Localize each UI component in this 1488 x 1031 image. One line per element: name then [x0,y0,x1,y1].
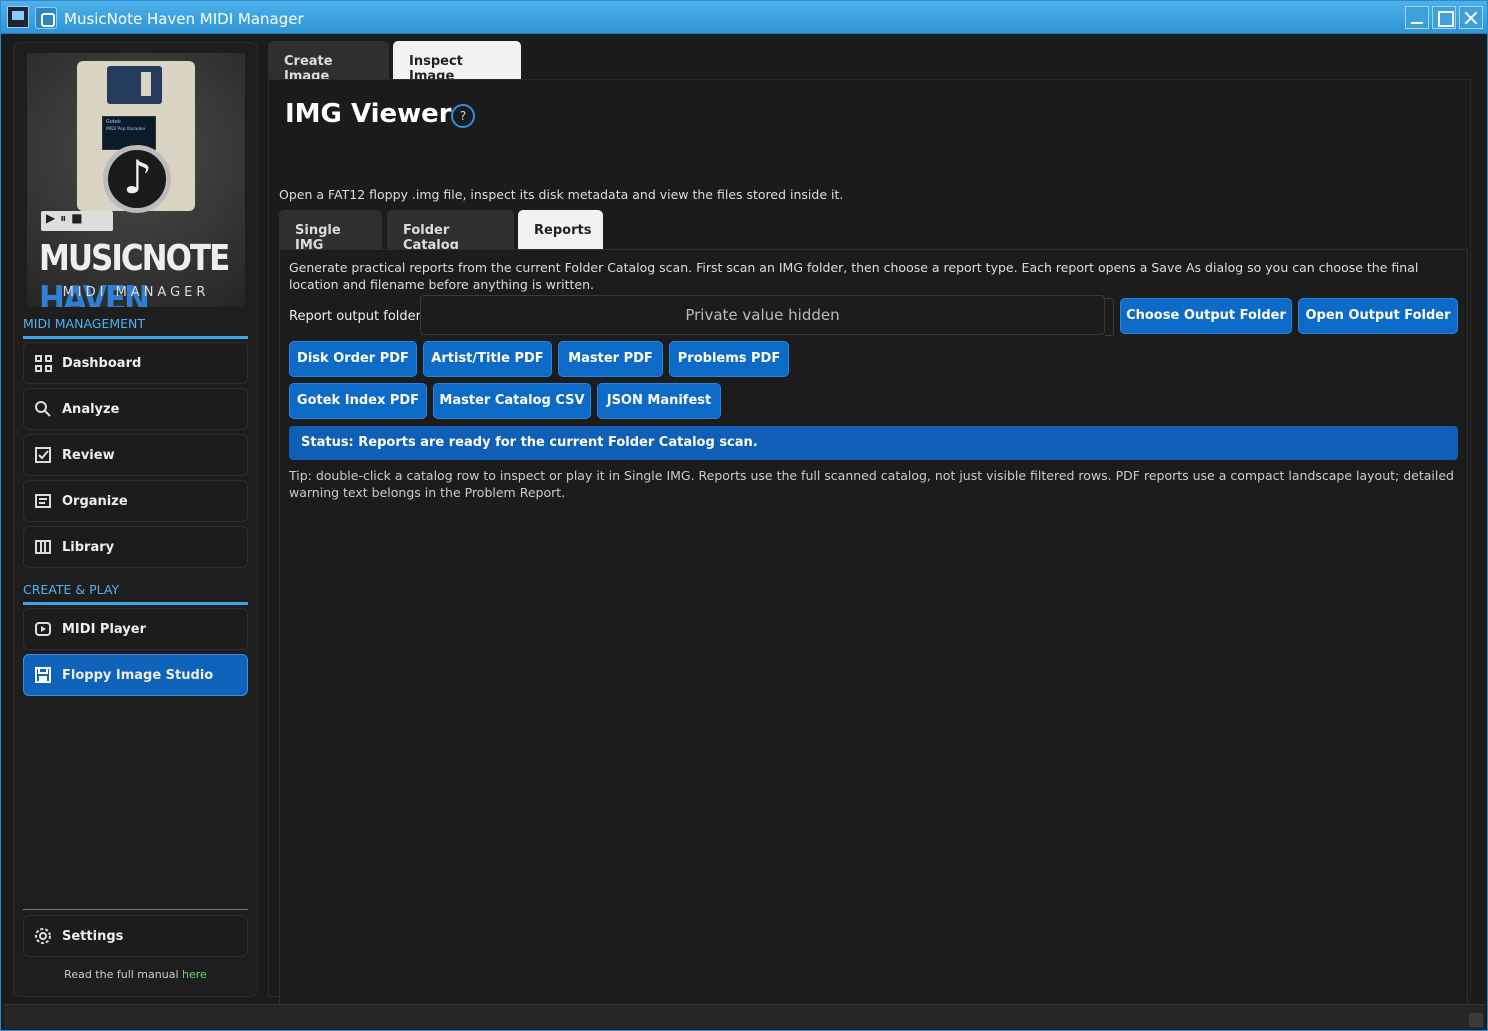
app-logo-icon [7,6,29,28]
sidebar-item-organize[interactable]: Organize [23,480,248,522]
manual-text: Read the full manual [64,968,179,981]
page-title: IMG Viewer [285,99,452,129]
section-midi-management: MIDI MANAGEMENT [23,316,248,339]
tab-inspect-image[interactable]: Inspect Image [393,41,521,84]
brand-subtitle: MIDI MANAGER [62,285,210,300]
json-manifest-button[interactable]: JSON Manifest [597,383,721,419]
window-title: MusicNote Haven MIDI Manager [64,10,304,28]
sidebar-item-label: Floppy Image Studio [62,668,214,683]
output-folder-field-edge [1105,298,1114,336]
sidebar-item-label: Dashboard [62,356,142,371]
sidebar: Gotek MIDI Pop Karaoke ▶⏸■ MUSICNOTEHAVE… [13,42,258,997]
close-button[interactable] [1459,6,1483,29]
main-content: Create Image Inspect Image IMG Viewer ? … [268,41,1476,1024]
output-folder-label: Report output folder [289,309,421,324]
maximize-button[interactable] [1432,6,1456,29]
minimize-button[interactable] [1405,6,1429,29]
app-window: MusicNote Haven MIDI Manager Gotek MIDI … [0,0,1488,1031]
screen-sub: MIDI Pop Karaoke [106,127,146,132]
tip-text: Tip: double-click a catalog row to inspe… [289,468,1454,500]
grid-icon [34,354,52,372]
sidebar-item-library[interactable]: Library [23,526,248,568]
sidebar-item-label: Organize [62,494,128,509]
artist-title-pdf-button[interactable]: Artist/Title PDF [423,341,552,377]
sidebar-item-label: Library [62,540,115,555]
sidebar-item-floppy-image-studio[interactable]: Floppy Image Studio [23,654,248,696]
screen-text: Gotek [106,119,121,125]
search-icon [35,401,51,417]
page-subtitle: Open a FAT12 floppy .img file, inspect i… [279,187,844,202]
output-folder-field[interactable]: Private value hidden [420,295,1105,335]
help-icon[interactable]: ? [451,104,475,128]
sidebar-item-label: MIDI Player [62,622,146,637]
checkbox-icon [35,447,51,463]
reports-description: Generate practical reports from the curr… [289,260,1419,292]
problems-pdf-button[interactable]: Problems PDF [669,341,789,377]
gotek-index-pdf-button[interactable]: Gotek Index PDF [289,383,427,419]
manual-link[interactable]: here [182,968,207,981]
master-pdf-button[interactable]: Master PDF [558,341,663,377]
divider [23,909,248,910]
sidebar-item-analyze[interactable]: Analyze [23,388,248,430]
inspect-panel: IMG Viewer ? Open a FAT12 floppy .img fi… [268,79,1471,1024]
status-strip [4,1004,1485,1029]
sidebar-item-settings[interactable]: Settings [23,915,248,957]
play-icon [35,622,51,636]
sidebar-item-midi-player[interactable]: MIDI Player [23,608,248,650]
status-bar: Status: Reports are ready for the curren… [289,426,1458,460]
resize-grip[interactable] [1469,1013,1483,1027]
section-create-play: CREATE & PLAY [23,582,248,605]
columns-icon [35,540,51,554]
manual-footer: Read the full manual here [14,968,257,981]
list-icon [35,494,51,508]
master-catalog-csv-button[interactable]: Master Catalog CSV [433,383,591,419]
brand-main: MUSICNOTE [39,237,230,279]
tab-create-image[interactable]: Create Image [268,41,389,84]
gear-icon [35,928,51,944]
playback-controls-icon: ▶⏸■ [41,211,113,231]
sidebar-item-review[interactable]: Review [23,434,248,476]
title-bar: MusicNote Haven MIDI Manager [1,1,1487,34]
tab-single-img[interactable]: Single IMG [279,210,382,253]
choose-output-folder-button[interactable]: Choose Output Folder [1120,298,1292,334]
tab-folder-catalog[interactable]: Folder Catalog [387,210,514,253]
brand-logo: Gotek MIDI Pop Karaoke ▶⏸■ MUSICNOTEHAVE… [27,53,245,307]
open-output-folder-button[interactable]: Open Output Folder [1298,298,1458,334]
tab-reports[interactable]: Reports [518,210,603,250]
disk-order-pdf-button[interactable]: Disk Order PDF [289,341,417,377]
window-menu-button[interactable] [35,7,57,29]
sidebar-item-dashboard[interactable]: Dashboard [23,342,248,384]
reports-panel: Generate practical reports from the curr… [279,249,1468,1024]
magnifier-music-icon [103,145,171,213]
floppy-icon [35,667,51,683]
sidebar-item-label: Settings [62,929,124,944]
sidebar-item-label: Analyze [62,402,120,417]
sidebar-item-label: Review [62,448,115,463]
